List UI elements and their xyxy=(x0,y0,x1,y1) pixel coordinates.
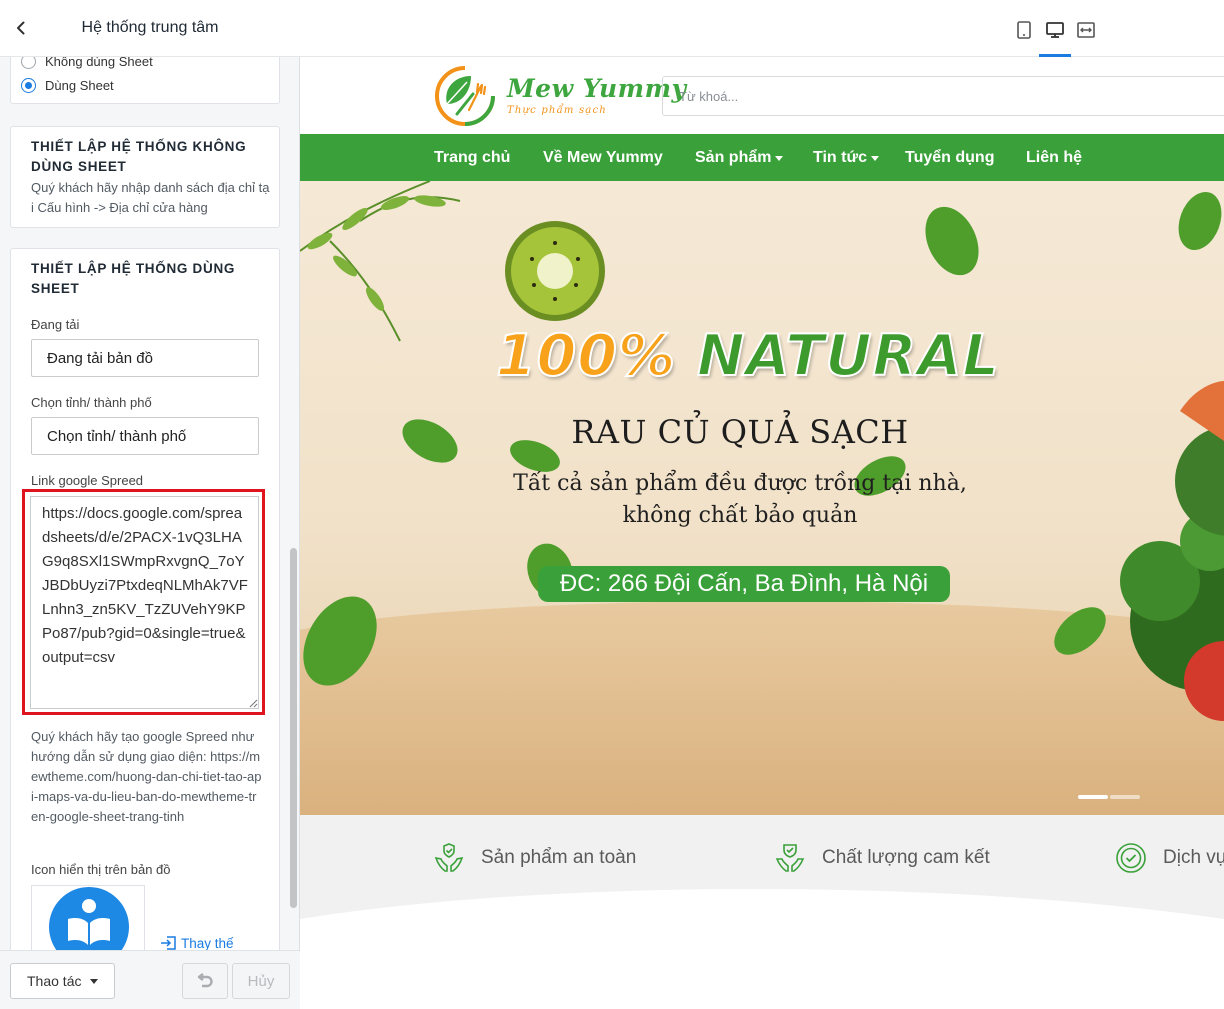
province-label: Chọn tỉnh/ thành phố xyxy=(31,395,152,410)
sheet-heading: THIẾT LẬP HỆ THỐNG DÙNG SHEET xyxy=(31,261,236,296)
loading-field[interactable]: Đang tải bản đồ xyxy=(31,339,259,377)
banner-subtitle: RAU CỦ QUẢ SẠCH xyxy=(571,413,909,451)
banner-description: Tất cả sản phẩm đều được trồng tại nhà, … xyxy=(300,468,1180,532)
sidebar-title: Hệ thống trung tâm xyxy=(81,19,219,36)
banner-desc-line: Tất cả sản phẩm đều được trồng tại nhà, xyxy=(513,471,967,496)
nav-label: Tin tức xyxy=(813,149,867,166)
site-search-input[interactable]: Từ khoá... xyxy=(662,76,1224,116)
radio-label: Dùng Sheet xyxy=(45,77,114,93)
features-strip: Sản phẩm an toàn Chất lượng cam kết Dịch… xyxy=(300,815,1224,1009)
logo-name[interactable]: Mew Yummy xyxy=(507,74,687,103)
feature-label: Sản phẩm an toàn xyxy=(481,847,637,868)
nav-item-contact[interactable]: Liên hệ xyxy=(1026,149,1082,167)
desktop-icon[interactable] xyxy=(1045,20,1065,40)
feature-label: Chất lượng cam kết xyxy=(822,847,990,868)
feature-quality: Chất lượng cam kết xyxy=(774,842,990,874)
nav-item-products[interactable]: Sản phẩm xyxy=(695,149,784,167)
nav-label: Về Mew Yummy xyxy=(543,149,663,166)
caret-down-icon xyxy=(775,155,784,161)
safe-hands-icon xyxy=(434,843,464,872)
google-sheet-link-field[interactable]: https://docs.google.com/spreadsheets/d/e… xyxy=(30,496,259,709)
radio-button[interactable] xyxy=(21,57,36,69)
reader-icon xyxy=(49,887,129,950)
icon-label: Icon hiển thị trên bản đồ xyxy=(31,862,171,877)
sidebar-header: Hệ thống trung tâm xyxy=(0,0,300,57)
device-switcher-bar xyxy=(300,0,1224,57)
banner-address: ĐC: 266 Đội Cấn, Ba Đình, Hà Nội xyxy=(538,566,950,602)
radio-button-checked[interactable] xyxy=(21,77,36,93)
actions-label: Thao tác xyxy=(27,973,82,989)
feature-safe-products: Sản phẩm an toàn xyxy=(433,842,636,874)
no-sheet-heading: THIẾT LẬP HỆ THỐNG KHÔNG DÙNG SHEET xyxy=(31,139,247,174)
actions-dropdown-button[interactable]: Thao tác xyxy=(10,963,115,999)
quality-hands-icon xyxy=(775,844,805,872)
replace-icon-link[interactable]: Thay thế xyxy=(160,935,234,951)
site-preview: Mew Yummy Thực phẩm sạch Từ khoá... Tran… xyxy=(300,0,1224,1009)
radio-no-sheet[interactable]: Không dùng Sheet xyxy=(21,57,153,70)
sidebar-footer: Thao tác Hủy xyxy=(0,950,300,1009)
caret-down-icon xyxy=(90,978,99,984)
no-sheet-help: Quý khách hãy nhập danh sách địa chỉ tại… xyxy=(31,180,270,215)
banner-headline-percent: 100% xyxy=(495,322,677,390)
slider-dot-active[interactable] xyxy=(1078,795,1108,799)
slider-dots xyxy=(1078,795,1142,799)
undo-button[interactable] xyxy=(182,963,228,999)
tablet-icon[interactable] xyxy=(1014,20,1034,40)
banner-headline: 100% NATURAL xyxy=(495,322,1000,390)
site-nav: Trang chủ Về Mew Yummy Sản phẩm Tin tức … xyxy=(300,134,1224,181)
hero-banner[interactable]: 100% NATURAL RAU CỦ QUẢ SẠCH Tất cả sản … xyxy=(300,181,1224,815)
undo-icon xyxy=(197,973,213,988)
link-help: Quý khách hãy tạo google Spreed như hướn… xyxy=(31,729,262,824)
replace-icon xyxy=(161,936,176,950)
site-header: Mew Yummy Thực phẩm sạch Từ khoá... xyxy=(300,57,1224,134)
radio-label: Không dùng Sheet xyxy=(45,57,153,69)
banner-desc-line: không chất bảo quản xyxy=(622,503,858,528)
feature-label: Dịch vụ xyxy=(1163,847,1224,868)
logo-tagline: Thực phẩm sạch xyxy=(507,105,607,116)
radio-use-sheet[interactable]: Dùng Sheet xyxy=(21,76,114,94)
nav-label: Sản phẩm xyxy=(695,149,772,166)
banner-headline-word: NATURAL xyxy=(696,322,1000,390)
feature-service: Dịch vụ xyxy=(1115,842,1224,874)
nav-label: Trang chủ xyxy=(434,149,511,166)
map-icon-preview xyxy=(31,885,145,951)
nav-label: Liên hệ xyxy=(1026,149,1083,166)
logo-icon[interactable] xyxy=(433,64,497,128)
nav-item-careers[interactable]: Tuyển dụng xyxy=(905,149,994,167)
cancel-button[interactable]: Hủy xyxy=(232,963,290,999)
nav-label: Tuyển dụng xyxy=(905,149,995,166)
nav-item-home[interactable]: Trang chủ xyxy=(434,149,510,167)
nav-item-news[interactable]: Tin tức xyxy=(813,149,879,167)
fullwidth-icon[interactable] xyxy=(1076,20,1096,40)
no-sheet-card: THIẾT LẬP HỆ THỐNG KHÔNG DÙNG SHEET Quý … xyxy=(10,126,280,228)
caret-down-icon xyxy=(870,155,879,161)
loading-label: Đang tải xyxy=(31,317,80,332)
nav-item-about[interactable]: Về Mew Yummy xyxy=(543,149,663,167)
replace-label: Thay thế xyxy=(181,935,234,951)
settings-sidebar: Hệ thống trung tâm Không dùng Sheet Dùng… xyxy=(0,0,300,1009)
province-field[interactable]: Chọn tỉnh/ thành phố xyxy=(31,417,259,455)
slider-dot[interactable] xyxy=(1110,795,1140,799)
badge-check-icon xyxy=(1116,843,1146,873)
wave-divider xyxy=(300,889,1224,1009)
sidebar-scrollbar[interactable] xyxy=(290,548,297,908)
resize-grip-icon[interactable] xyxy=(249,699,258,708)
link-label: Link google Spreed xyxy=(31,473,144,488)
